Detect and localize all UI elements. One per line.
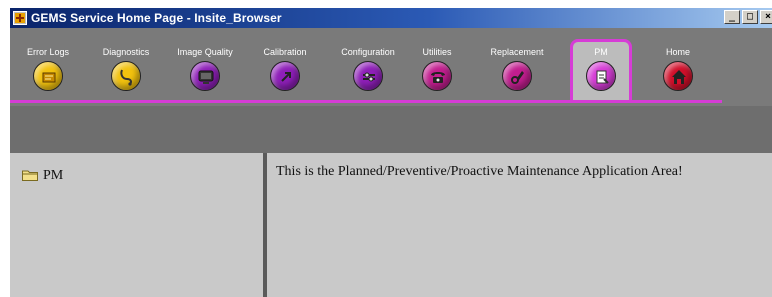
monitor-icon[interactable]: [190, 61, 220, 91]
tool-replacement[interactable]: Replacement: [477, 46, 557, 91]
replacement-icon[interactable]: [502, 61, 532, 91]
tool-label-utilities: Utilities: [422, 47, 452, 57]
clipboard-icon[interactable]: [586, 61, 616, 91]
tool-image-quality[interactable]: Image Quality: [165, 46, 245, 91]
tool-label-image-quality: Image Quality: [177, 47, 233, 57]
home-icon[interactable]: [663, 61, 693, 91]
tool-label-home: Home: [665, 47, 690, 57]
tool-pm[interactable]: PM: [561, 46, 641, 91]
log-icon[interactable]: [33, 61, 63, 91]
content-panel: This is the Planned/Preventive/Proactive…: [267, 153, 772, 297]
tool-error-logs[interactable]: Error Logs: [8, 46, 88, 91]
tool-diagnostics[interactable]: Diagnostics: [86, 46, 166, 91]
tree-item-label: PM: [43, 167, 64, 183]
tree-item-pm[interactable]: PM: [22, 166, 63, 185]
sub-toolbar: [10, 106, 772, 153]
content-message: This is the Planned/Preventive/Proactive…: [276, 164, 683, 179]
tool-home[interactable]: Home: [638, 46, 718, 91]
title-bar: GEMS Service Home Page - Insite_Browser …: [10, 8, 772, 28]
tool-label-diagnostics: Diagnostics: [102, 47, 150, 57]
tool-label-calibration: Calibration: [263, 47, 307, 57]
phone-icon[interactable]: [422, 61, 452, 91]
tree-panel: PM: [10, 153, 263, 297]
close-button[interactable]: ×: [760, 10, 772, 24]
tool-label-error-logs: Error Logs: [26, 47, 70, 57]
tool-label-replacement: Replacement: [490, 47, 544, 57]
app-icon[interactable]: [13, 11, 27, 25]
maximize-button[interactable]: □: [742, 10, 758, 24]
tool-utilities[interactable]: Utilities: [397, 46, 477, 91]
tool-calibration[interactable]: Calibration: [245, 46, 325, 91]
stethoscope-icon[interactable]: [111, 61, 141, 91]
toolbar-accent-line: [10, 100, 722, 103]
calibration-icon[interactable]: [270, 61, 300, 91]
tool-configuration[interactable]: Configuration: [328, 46, 408, 91]
tool-label-configuration: Configuration: [341, 47, 395, 57]
folder-icon: [22, 166, 38, 185]
window-title: GEMS Service Home Page - Insite_Browser: [31, 11, 282, 25]
configuration-icon[interactable]: [353, 61, 383, 91]
tool-label-pm: PM: [594, 47, 608, 57]
minimize-button[interactable]: _: [724, 10, 740, 24]
